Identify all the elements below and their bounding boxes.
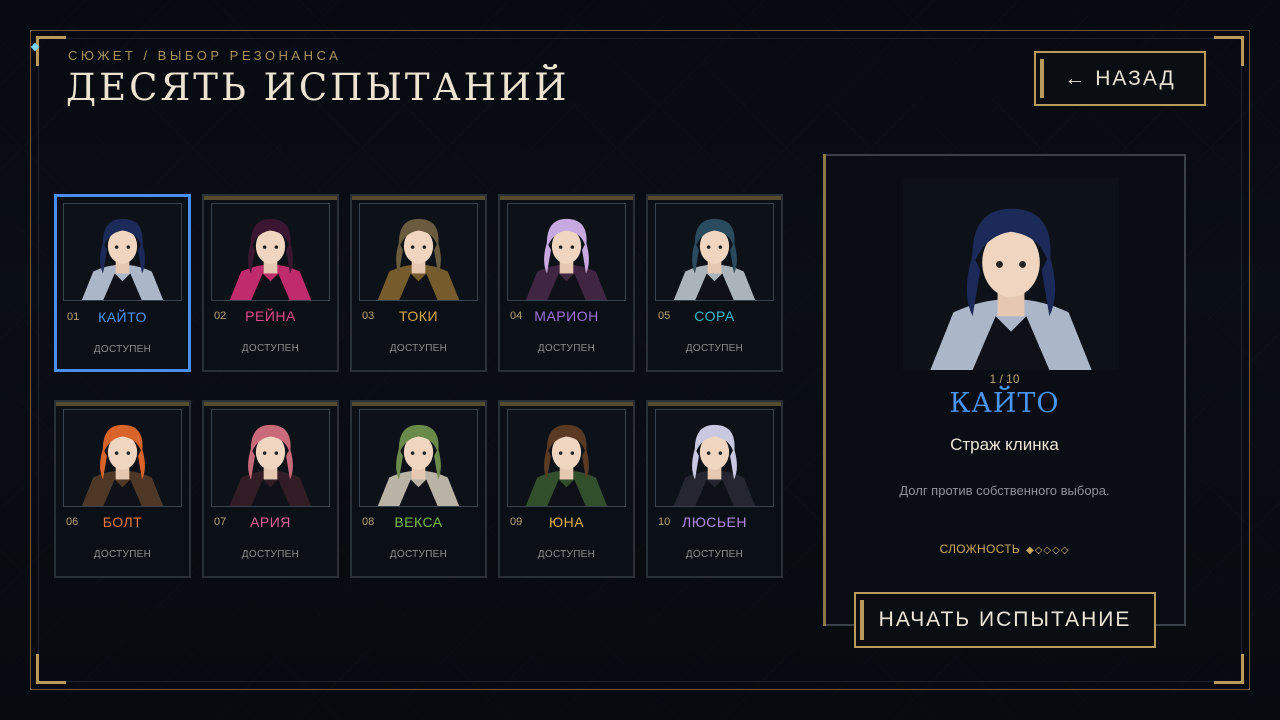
character-card[interactable]: 08 ВЕКСА ДОСТУПЕН xyxy=(350,400,487,578)
character-card-name: КАЙТО xyxy=(98,309,147,325)
character-portrait xyxy=(507,409,626,507)
character-portrait xyxy=(507,203,626,301)
start-trial-label: НАЧАТЬ ИСПЫТАНИЕ xyxy=(878,608,1132,631)
character-status: ДОСТУПЕН xyxy=(241,343,300,354)
character-status: ДОСТУПЕН xyxy=(389,549,448,560)
character-card-name: ЛЮСЬЕН xyxy=(682,514,747,530)
corner-ornament xyxy=(36,654,66,684)
character-status: ДОСТУПЕН xyxy=(241,549,300,560)
page-counter: 1 / 10 xyxy=(989,372,1020,386)
character-status: ДОСТУПЕН xyxy=(389,343,448,354)
corner-ornament xyxy=(1214,654,1244,684)
character-card-name: ЮНА xyxy=(548,514,585,530)
character-portrait xyxy=(655,203,774,301)
breadcrumb: СЮЖЕТ / ВЫБОР РЕЗОНАНСА xyxy=(68,48,342,63)
character-card-name: БОЛТ xyxy=(102,514,143,530)
character-status: ДОСТУПЕН xyxy=(685,549,744,560)
arrow-left-icon: ← xyxy=(1064,66,1088,90)
character-description: Долг против собственного выбора. xyxy=(899,483,1110,498)
character-name: КАЙТО xyxy=(949,388,1060,419)
character-portrait xyxy=(211,409,330,507)
character-card-name: ВЕКСА xyxy=(394,514,443,530)
start-trial-button[interactable]: НАЧАТЬ ИСПЫТАНИЕ xyxy=(854,592,1156,648)
back-button[interactable]: ← НАЗАД xyxy=(1034,51,1206,106)
corner-ornament xyxy=(1214,36,1244,66)
character-portrait xyxy=(63,409,182,507)
character-card[interactable]: 09 ЮНА ДОСТУПЕН xyxy=(498,400,635,578)
back-button-label: НАЗАД xyxy=(1095,66,1176,90)
character-portrait xyxy=(211,203,330,301)
character-card[interactable]: 01 КАЙТО ДОСТУПЕН xyxy=(54,194,191,372)
corner-ornament xyxy=(36,36,66,66)
character-role: Страж клинка xyxy=(950,435,1059,454)
character-portrait xyxy=(63,203,182,301)
character-card-name: СОРА xyxy=(694,308,735,324)
character-card[interactable]: 05 СОРА ДОСТУПЕН xyxy=(646,194,783,372)
character-card-name: ТОКИ xyxy=(398,308,439,324)
difficulty-rating: СЛОЖНОСТЬ ◆◇◇◇◇ xyxy=(825,542,1184,556)
difficulty-label: СЛОЖНОСТЬ xyxy=(939,542,1020,556)
character-detail-panel: 1 / 10 КАЙТО Страж клинка Долг против со… xyxy=(823,154,1186,626)
character-portrait xyxy=(655,409,774,507)
character-status: ДОСТУПЕН xyxy=(93,344,152,355)
character-card-name: АРИЯ xyxy=(250,514,291,530)
character-card[interactable]: 06 БОЛТ ДОСТУПЕН xyxy=(54,400,191,578)
character-card-name: РЕЙНА xyxy=(245,308,296,324)
character-portrait xyxy=(359,203,478,301)
character-card[interactable]: 03 ТОКИ ДОСТУПЕН xyxy=(350,194,487,372)
character-portrait xyxy=(359,409,478,507)
character-status: ДОСТУПЕН xyxy=(537,343,596,354)
character-card[interactable]: 04 МАРИОН ДОСТУПЕН xyxy=(498,194,635,372)
character-card-name: МАРИОН xyxy=(534,308,599,324)
character-status: ДОСТУПЕН xyxy=(93,549,152,560)
character-card[interactable]: 10 ЛЮСЬЕН ДОСТУПЕН xyxy=(646,400,783,578)
character-status: ДОСТУПЕН xyxy=(685,343,744,354)
character-portrait-large xyxy=(895,178,1127,370)
character-card[interactable]: 07 АРИЯ ДОСТУПЕН xyxy=(202,400,339,578)
difficulty-diamonds-icon: ◆◇◇◇◇ xyxy=(1026,545,1070,556)
page-title: ДЕСЯТЬ ИСПЫТАНИЙ xyxy=(66,66,570,109)
character-status: ДОСТУПЕН xyxy=(537,549,596,560)
character-card[interactable]: 02 РЕЙНА ДОСТУПЕН xyxy=(202,194,339,372)
